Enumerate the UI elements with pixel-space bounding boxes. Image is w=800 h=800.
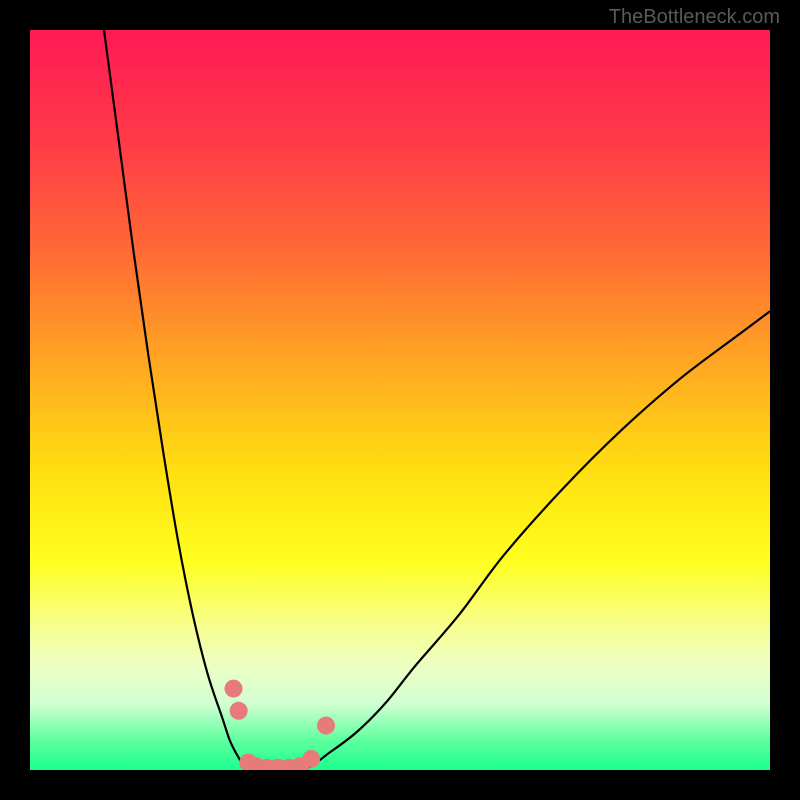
data-point-9	[317, 717, 335, 735]
bottleneck-chart	[30, 30, 770, 770]
data-point-8	[302, 750, 320, 768]
data-point-1	[230, 702, 248, 720]
watermark-text: TheBottleneck.com	[609, 6, 780, 29]
data-point-0	[225, 680, 243, 698]
chart-plot-area	[30, 30, 770, 770]
gradient-background	[30, 30, 770, 770]
